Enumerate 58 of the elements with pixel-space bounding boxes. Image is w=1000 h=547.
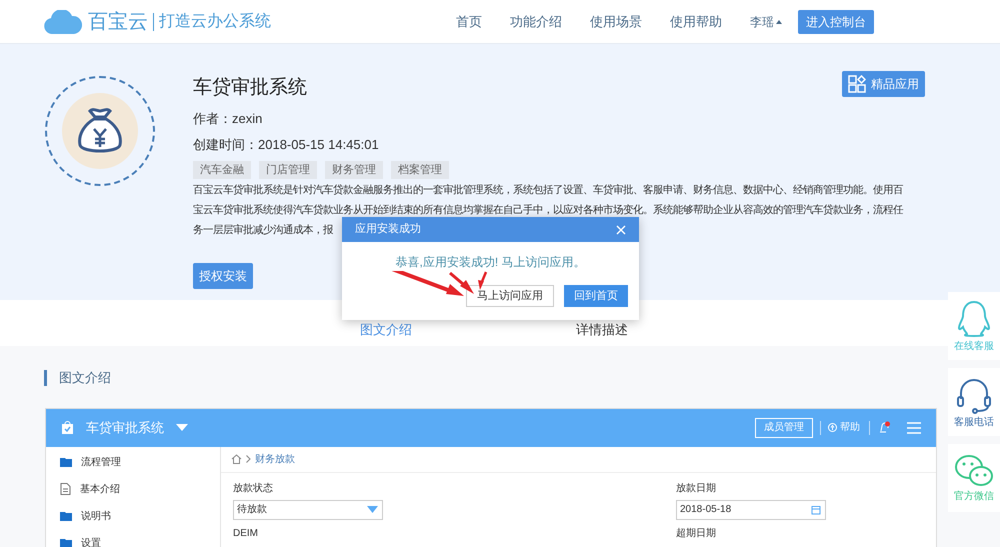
sidebar-item[interactable]: 流程管理 <box>60 454 220 470</box>
description-line: 务一层层审批减少沟通成本，报 <box>193 223 333 238</box>
nav-link[interactable]: 首页 <box>456 12 482 32</box>
select-field[interactable]: 待放款 <box>233 500 383 520</box>
preview-title: 车贷审批系统 <box>86 418 164 437</box>
author-text: 作者：zexin <box>193 110 264 128</box>
content-tab[interactable]: 详情描述 <box>576 322 628 337</box>
close-icon[interactable] <box>616 224 626 234</box>
folder-icon <box>60 511 72 521</box>
description-line: 百宝云车贷审批系统是针对汽车贷款金融服务推出的一套审批管理系统，系统包括了设置、车贷审批、客服申请、财务信息、数据中心、经销商管理功能。使用百 <box>193 183 903 198</box>
visit-app-button[interactable]: 马上访问应用 <box>466 285 554 307</box>
field-label: 放款状态 <box>233 482 274 496</box>
brand-name: 百宝云 <box>88 10 148 34</box>
app-title: 车贷审批系统 <box>193 76 308 100</box>
category-tag: 财务管理 <box>325 160 383 178</box>
user-menu[interactable]: 李瑶 <box>750 12 782 30</box>
support-button[interactable]: 客服电话 <box>948 368 1000 436</box>
breadcrumb: 财务放款 <box>255 452 295 466</box>
app-grid-icon <box>848 75 866 93</box>
field-label: 放款日期 <box>676 482 717 496</box>
dialog-title: 应用安装成功 <box>355 222 421 238</box>
folder-icon <box>60 457 72 467</box>
category-tag: 汽车金融 <box>193 160 251 178</box>
home-icon[interactable] <box>231 454 242 464</box>
field-label: 超期日期 <box>676 526 717 540</box>
dialog-message: 恭喜,应用安装成功! 马上访问应用。 <box>394 254 586 271</box>
bag-check-icon <box>61 421 74 434</box>
premium-badge[interactable]: 精品应用 <box>842 71 925 97</box>
nav-link[interactable]: 功能介绍 <box>510 12 562 32</box>
description-line: 宝云车贷审批系统使得汽车贷款业务从开始到结束的所有信息均掌握在自己手中，以应对各种市场变化。系统能够帮助企业从容高效的管理汽车贷款业务，流程任 <box>193 203 903 218</box>
help-icon <box>828 423 837 432</box>
notification-icon[interactable] <box>879 421 891 434</box>
brand-slogan: 打造云办公系统 <box>159 12 271 32</box>
chevron-right-icon <box>246 455 251 463</box>
caret-icon <box>176 424 188 431</box>
cloud-logo-icon <box>44 10 82 34</box>
home-button[interactable]: 回到首页 <box>564 285 628 307</box>
console-button[interactable]: 进入控制台 <box>798 10 874 34</box>
section-title: 图文介绍 <box>59 369 111 387</box>
caret-icon <box>776 20 782 24</box>
nav-link[interactable]: 使用帮助 <box>670 12 722 32</box>
field-label: DEIM <box>233 526 259 540</box>
calendar-icon <box>811 504 821 514</box>
sidebar-item[interactable]: 说明书 <box>60 508 220 524</box>
sidebar-item[interactable]: 基本介绍 <box>60 482 220 496</box>
dropdown-arrow-icon <box>367 506 378 513</box>
category-tag: 档案管理 <box>391 160 449 178</box>
menu-icon[interactable] <box>907 422 921 434</box>
date-field[interactable]: 2018-05-18 <box>676 500 826 520</box>
install-button[interactable]: 授权安装 <box>193 262 253 288</box>
content-tab[interactable]: 图文介绍 <box>360 322 412 337</box>
document-icon <box>60 483 71 495</box>
sidebar-item[interactable]: 设置 <box>60 536 220 547</box>
chat-bubbles-icon <box>954 452 994 488</box>
folder-icon <box>60 538 72 547</box>
category-tag: 门店管理 <box>259 160 317 178</box>
nav-link[interactable]: 使用场景 <box>590 12 642 32</box>
created-time: 创建时间：2018-05-15 14:45:01 <box>193 136 379 154</box>
